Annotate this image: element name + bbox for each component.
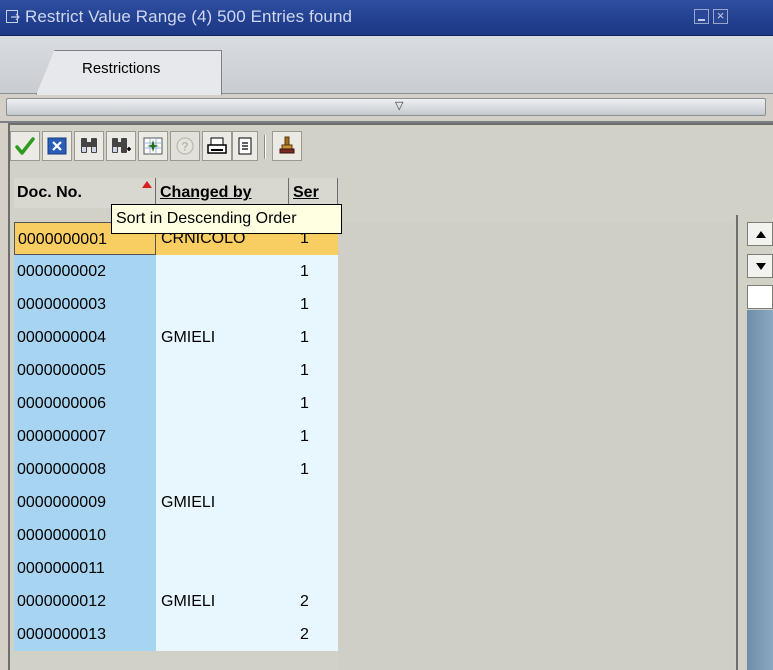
frame-divider [736,215,738,670]
help-button[interactable]: ? [170,131,200,161]
table-row[interactable]: 0000000005 1 [14,354,338,387]
vertical-scrollbar[interactable] [747,222,773,670]
scroll-thumb[interactable] [747,285,773,309]
cell-ser[interactable]: 2 [290,585,338,618]
find-next-button[interactable] [106,131,136,161]
cell-doc-no[interactable]: 0000000010 [14,519,156,552]
tab-restrictions-label[interactable]: Restrictions [82,60,160,77]
scroll-down-button[interactable] [747,254,773,278]
window-icon [6,10,20,23]
cell-ser[interactable]: 1 [290,453,338,486]
cell-ser[interactable]: 1 [290,387,338,420]
cell-doc-no[interactable]: 0000000002 [14,255,156,288]
cell-ser[interactable] [290,552,338,585]
cell-doc-no[interactable]: 0000000004 [14,321,156,354]
sort-tooltip: Sort in Descending Order [111,204,342,234]
table-row[interactable]: 0000000002 1 [14,255,338,288]
cell-changed-by[interactable] [156,552,290,585]
cell-ser[interactable]: 1 [290,255,338,288]
binoculars-plus-icon [112,138,131,153]
column-header-ser-label: Ser [293,184,319,201]
title-bar: Restrict Value Range (4) 500 Entries fou… [0,0,773,36]
print-button[interactable] [202,131,232,161]
help-icon: ? [176,137,194,155]
scroll-track[interactable] [747,310,773,670]
cell-doc-no[interactable]: 0000000008 [14,453,156,486]
cell-ser[interactable] [290,486,338,519]
table-body: 0000000001 CRNICOLO 1 0000000002 1 0000000003… [14,222,338,670]
cell-changed-by[interactable] [156,387,290,420]
table-row[interactable]: 0000000007 1 [14,420,338,453]
checkmark-icon [15,137,35,155]
cell-changed-by[interactable] [156,420,290,453]
arrow-down-icon [756,263,766,270]
table-row[interactable]: 0000000008 1 [14,453,338,486]
cell-doc-no[interactable]: 0000000003 [14,288,156,321]
cell-doc-no[interactable]: 0000000012 [14,585,156,618]
sparkle-grid-icon [143,137,163,155]
cell-changed-by[interactable] [156,519,290,552]
table-row[interactable]: 0000000011 [14,552,338,585]
cell-ser[interactable]: 2 [290,618,338,651]
cell-doc-no[interactable]: 0000000007 [14,420,156,453]
cell-ser[interactable]: 1 [290,354,338,387]
cell-ser[interactable] [290,519,338,552]
collapse-bar[interactable]: ▽ [6,98,766,116]
table-row[interactable]: 0000000003 1 [14,288,338,321]
cell-doc-no[interactable]: 0000000011 [14,552,156,585]
table-row[interactable]: 0000000004 GMIELI 1 [14,321,338,354]
window-title: Restrict Value Range (4) 500 Entries fou… [25,7,353,26]
cell-ser[interactable]: 1 [290,288,338,321]
close-icon[interactable]: × [713,8,728,24]
collapse-arrow-icon[interactable]: ▽ [395,99,403,113]
personal-list-button[interactable] [272,131,302,161]
arrow-up-icon [756,231,766,238]
confirm-button[interactable] [10,131,40,161]
cell-ser[interactable]: 1 [290,420,338,453]
table-row[interactable]: 0000000006 1 [14,387,338,420]
column-header-doc-no-label: Doc. No. [17,184,82,201]
cell-changed-by[interactable] [156,354,290,387]
cell-doc-no[interactable]: 0000000013 [14,618,156,651]
column-header-changed-by-label: Changed by [160,184,252,201]
cell-changed-by[interactable] [156,288,290,321]
cell-changed-by[interactable]: GMIELI [156,321,290,354]
x-icon [47,137,67,155]
cell-ser[interactable]: 1 [290,321,338,354]
svg-text:?: ? [181,140,188,154]
list-button[interactable] [232,131,258,161]
minimize-icon[interactable] [694,9,709,24]
cell-doc-no[interactable]: 0000000005 [14,354,156,387]
binoculars-icon [81,138,97,153]
cell-changed-by[interactable] [156,255,290,288]
scroll-up-button[interactable] [747,222,773,246]
new-search-button[interactable] [138,131,168,161]
sort-ascending-icon [142,181,152,188]
table-row[interactable]: 0000000012 GMIELI 2 [14,585,338,618]
cell-changed-by[interactable] [156,618,290,651]
cell-changed-by[interactable]: GMIELI [156,585,290,618]
table-row[interactable]: 0000000013 2 [14,618,338,651]
toolbar-separator [264,135,266,159]
table-row[interactable]: 0000000009 GMIELI [14,486,338,519]
cell-changed-by[interactable] [156,453,290,486]
stamp-icon [279,136,295,154]
cell-doc-no[interactable]: 0000000009 [14,486,156,519]
cancel-button[interactable] [42,131,72,161]
empty-area [338,222,735,670]
table-row[interactable]: 0000000010 [14,519,338,552]
cell-changed-by[interactable]: GMIELI [156,486,290,519]
list-icon [238,137,252,155]
find-button[interactable] [74,131,104,161]
cell-doc-no[interactable]: 0000000006 [14,387,156,420]
printer-icon [207,137,227,154]
